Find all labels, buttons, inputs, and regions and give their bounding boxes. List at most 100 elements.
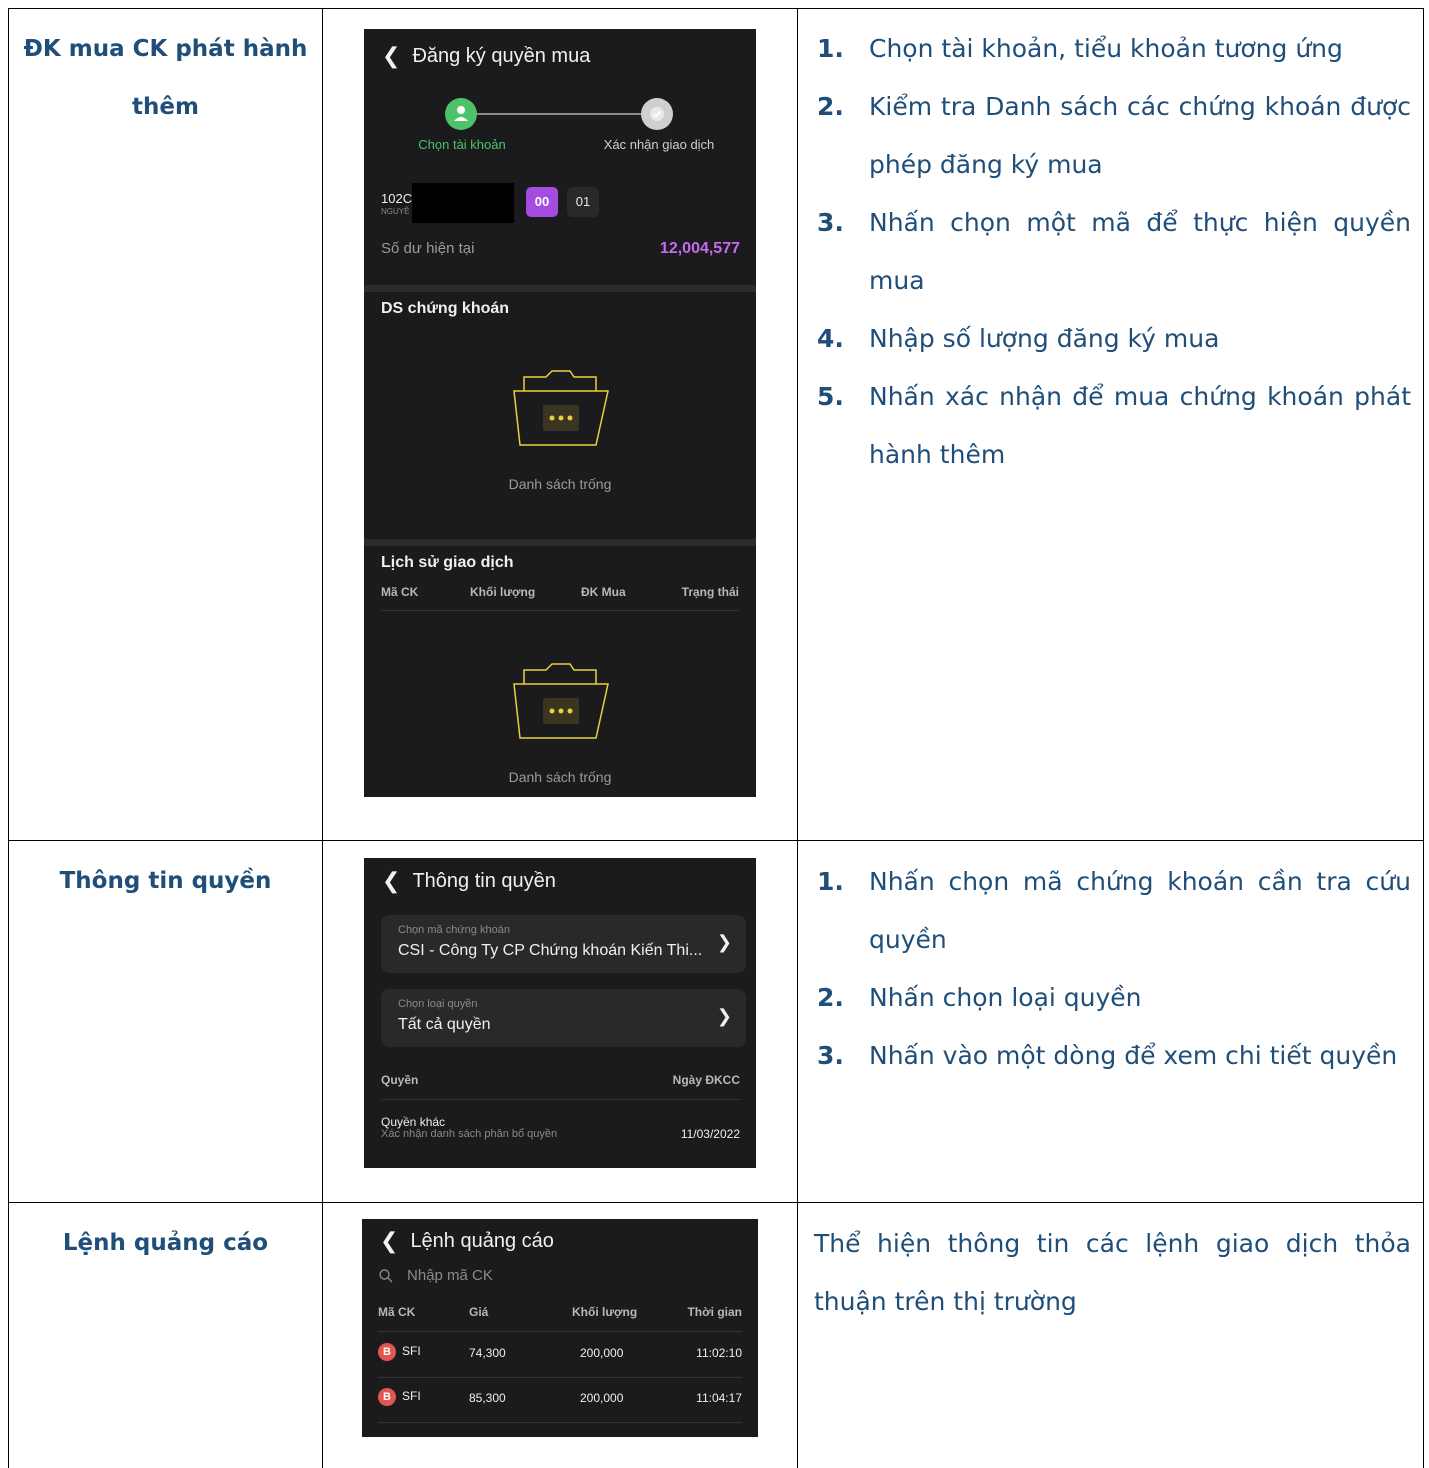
time: 11:04:17	[696, 1391, 742, 1405]
step-number: 2.	[817, 92, 844, 121]
table-row[interactable]: B SFI 74,300 200,000 11:02:10	[378, 1343, 742, 1367]
step-number: 1.	[817, 867, 844, 896]
empty-list-text: Danh sách trống	[508, 476, 612, 492]
step-item: 2. Nhấn chọn loại quyền	[817, 969, 1411, 1027]
steps-list-thong-tin-quyen: 1. Nhấn chọn mã chứng khoán cần tra cứu q…	[817, 853, 1411, 1085]
redacted-block	[412, 183, 514, 223]
step-number: 5.	[817, 382, 844, 411]
history-header-divider	[381, 610, 739, 611]
table-header-divider	[378, 1331, 742, 1332]
col-gia: Giá	[469, 1305, 489, 1319]
select-label: Chọn mã chứng khoán	[398, 924, 510, 936]
step-item: 3. Nhấn vào một dòng để xem chi tiết quyề…	[817, 1027, 1411, 1085]
history-col-khoi-luong: Khối lượng	[470, 585, 536, 599]
col-khoi-luong: Khối lượng	[572, 1305, 638, 1319]
col-header-ngay-dkcc: Ngày ĐKCC	[672, 1073, 740, 1087]
section-title-lich-su: Lịch sử giao dịch	[381, 554, 514, 571]
steps-list-dk-mua: 1. Chọn tài khoản, tiểu khoản tương ứng 2…	[817, 20, 1411, 484]
table-border-top	[8, 8, 1424, 9]
phone-screenshot-lenh-quang-cao: ❮ Lệnh quảng cáo Nhập mã CK Mã CK Giá Kh…	[362, 1219, 758, 1437]
step-number: 4.	[817, 324, 844, 353]
stepper-line	[461, 113, 657, 115]
history-col-dk-mua: ĐK Mua	[581, 585, 626, 599]
screen-header: ❮ Lệnh quảng cáo	[380, 1228, 554, 1254]
stock-code: B SFI	[378, 1388, 421, 1406]
select-value: CSI - Công Ty CP Chứng khoán Kiến Thi...	[398, 942, 703, 959]
step-text: Nhấn vào một dòng để xem chi tiết quyền	[869, 1041, 1398, 1070]
step-number: 3.	[817, 208, 844, 237]
table-border-row2	[8, 1202, 1424, 1203]
select-ma-chung-khoan[interactable]: Chọn mã chứng khoán CSI - Công Ty CP Chứ…	[381, 915, 746, 973]
step-item: 4. Nhập số lượng đăng ký mua	[817, 310, 1411, 368]
stock-code-text: SFI	[402, 1389, 421, 1404]
step-text: Nhấn chọn loại quyền	[869, 983, 1142, 1012]
section-title-ds-chung-khoan: DS chứng khoán	[381, 300, 510, 317]
item-title: Quyền khác	[381, 1115, 446, 1129]
step-text: Nhập số lượng đăng ký mua	[869, 324, 1220, 353]
list-item[interactable]: Quyền khác Xác nhận danh sách phân bổ qu…	[381, 1113, 740, 1163]
stock-code: B SFI	[378, 1343, 421, 1361]
screen-header: ❮ Thông tin quyền	[382, 868, 556, 894]
stock-code-text: SFI	[402, 1344, 421, 1359]
account-name: NGUYỄ	[381, 207, 410, 216]
step-text: Nhấn chọn mã chứng khoán cần tra cứu quy…	[869, 867, 1411, 954]
buy-badge: B	[378, 1343, 396, 1361]
back-chevron-icon[interactable]: ❮	[382, 43, 400, 69]
row-title-thong-tin-quyen: Thông tin quyền	[59, 868, 272, 894]
balance-label: Số dư hiện tại	[381, 240, 475, 257]
back-chevron-icon[interactable]: ❮	[382, 868, 400, 894]
step-item: 2. Kiểm tra Danh sách các chứng khoán đượ…	[817, 78, 1411, 194]
step1-user-icon	[445, 98, 477, 130]
row-title-line2: thêm	[132, 94, 199, 120]
search-field[interactable]: Nhập mã CK	[378, 1267, 738, 1289]
step-text: Chọn tài khoản, tiểu khoản tương ứng	[869, 34, 1343, 63]
item-subtitle: Xác nhận danh sách phân bổ quyền	[381, 1128, 558, 1140]
screen-header: ❮ Đăng ký quyền mua	[382, 43, 590, 69]
table-border-row1	[8, 840, 1424, 841]
table-border-col1	[322, 8, 323, 1468]
sub-account-00[interactable]: 00	[526, 187, 558, 217]
step-text: Kiểm tra Danh sách các chứng khoán được …	[869, 92, 1411, 179]
row-title-dk-mua: ĐK mua CK phát hành thêm	[9, 20, 322, 136]
buy-badge: B	[378, 1388, 396, 1406]
row-divider	[378, 1377, 742, 1378]
step-number: 2.	[817, 983, 844, 1012]
back-chevron-icon[interactable]: ❮	[380, 1228, 398, 1254]
step-item: 1. Chọn tài khoản, tiểu khoản tương ứng	[817, 20, 1411, 78]
step-item: 3. Nhấn chọn một mã để thực hiện quyền mu…	[817, 194, 1411, 310]
table-row[interactable]: B SFI 85,300 200,000 11:04:17	[378, 1388, 742, 1412]
col-header-quyen: Quyền	[381, 1073, 419, 1087]
section-separator-2	[364, 539, 756, 546]
empty-folder-icon-2	[510, 662, 610, 742]
sub-account-01[interactable]: 01	[567, 187, 599, 217]
section-separator	[364, 285, 756, 292]
history-col-ma-ck: Mã CK	[381, 585, 419, 599]
col-thoi-gian: Thời gian	[687, 1305, 742, 1319]
step-text: Nhấn chọn một mã để thực hiện quyền mua	[869, 208, 1411, 295]
volume: 200,000	[580, 1346, 624, 1360]
chevron-right-icon: ❯	[716, 932, 732, 952]
step-number: 3.	[817, 1041, 844, 1070]
step-text: Nhấn xác nhận để mua chứng khoán phát hà…	[869, 382, 1411, 469]
history-col-trang-thai: Trạng thái	[681, 585, 739, 599]
search-input[interactable]: Nhập mã CK	[407, 1267, 493, 1284]
row-divider	[378, 1422, 742, 1423]
balance-value: 12,004,577	[659, 240, 740, 257]
description-lenh-quang-cao: Thể hiện thông tin các lệnh giao dịch th…	[814, 1229, 1411, 1316]
step-number: 1.	[817, 34, 844, 63]
screen-title: Đăng ký quyền mua	[412, 44, 591, 67]
empty-list-text-2: Danh sách trống	[508, 769, 612, 785]
search-icon	[378, 1268, 394, 1289]
select-loai-quyen[interactable]: Chọn loại quyền Tất cả quyền ❯	[381, 989, 746, 1047]
row-title-lenh-quang-cao: Lệnh quảng cáo	[62, 1230, 269, 1256]
empty-folder-icon	[510, 369, 610, 449]
select-value: Tất cả quyền	[398, 1016, 491, 1033]
col-ma-ck: Mã CK	[378, 1305, 416, 1319]
account-code: 102C	[381, 191, 413, 206]
select-label: Chọn loại quyền	[398, 998, 478, 1010]
step2-label: Xác nhận giao dịch	[603, 137, 715, 152]
step1-label: Chọn tài khoản	[418, 137, 506, 152]
chevron-right-icon: ❯	[716, 1006, 732, 1026]
table-border-right	[1423, 8, 1424, 1468]
list-header-divider	[381, 1099, 740, 1100]
